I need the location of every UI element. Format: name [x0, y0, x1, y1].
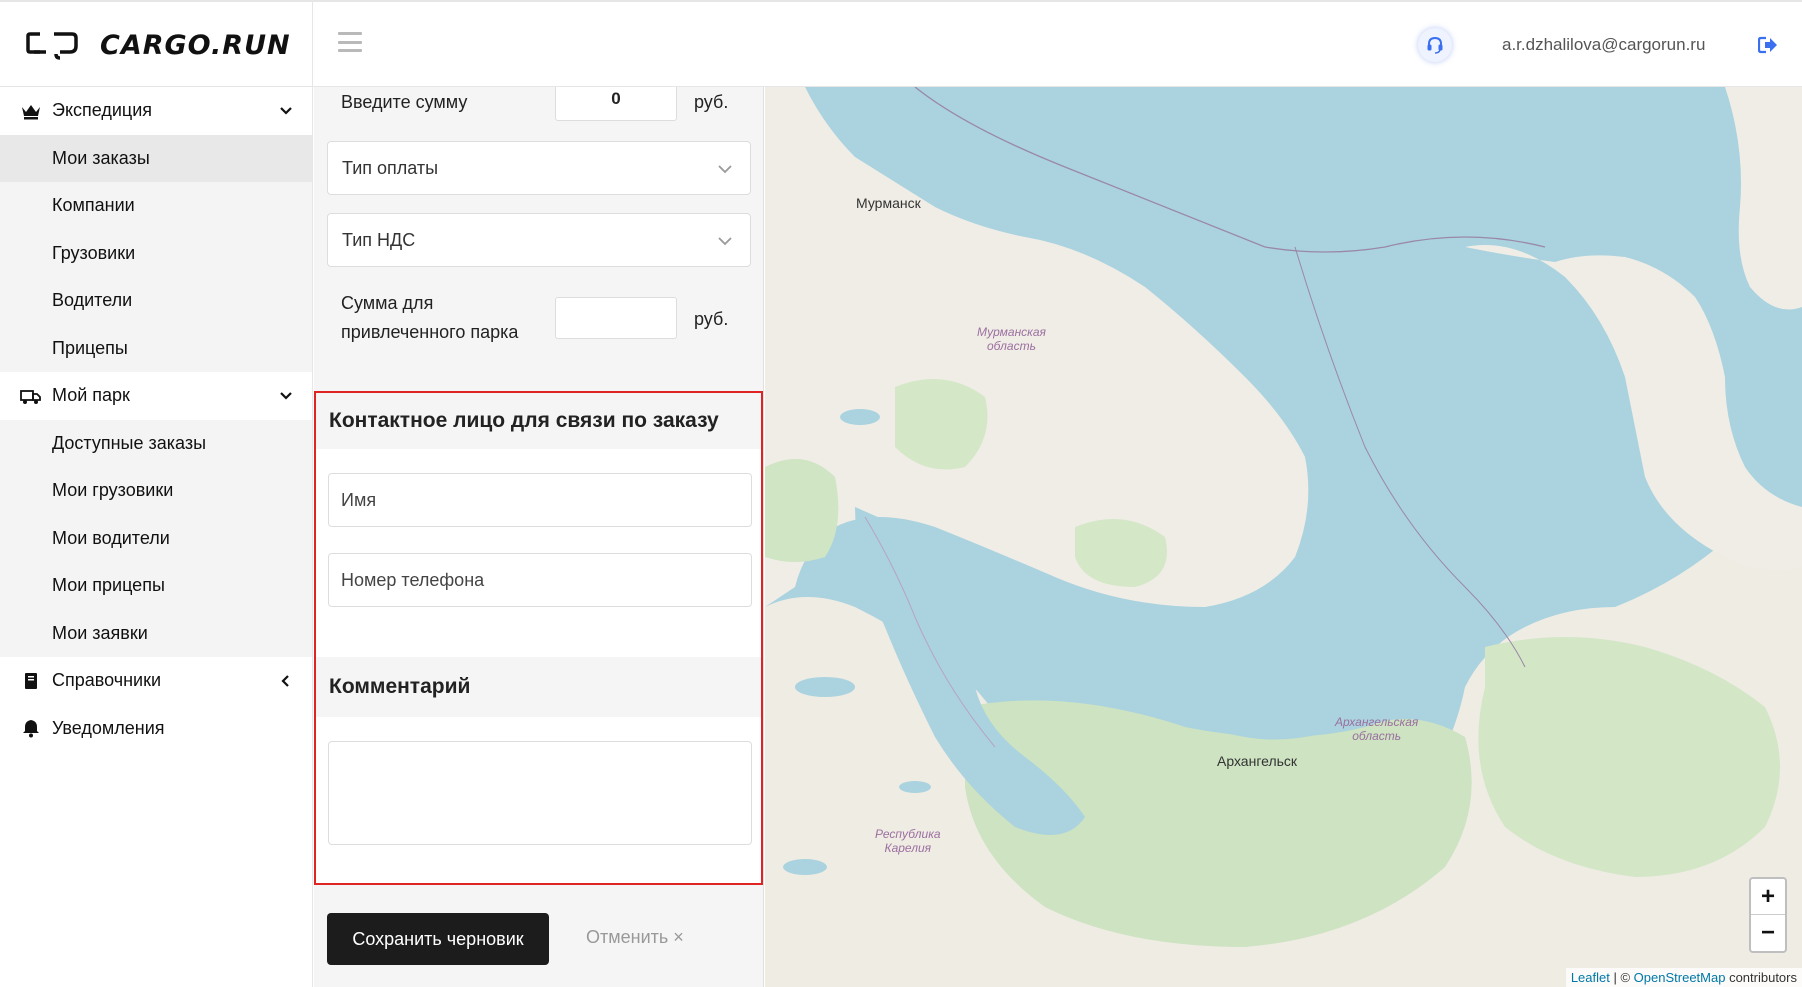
top-header: CARGO.RUN a.r.dzhalilova@cargorun.ru — [0, 0, 1802, 88]
bell-icon — [23, 720, 39, 738]
comment-section-title: Комментарий — [316, 657, 761, 717]
headset-icon[interactable] — [1418, 28, 1452, 62]
sidebar: Экспедиция Мои заказы Компании Грузовики… — [0, 87, 313, 987]
sidebar-submenu-expedition: Мои заказы Компании Грузовики Водители П… — [0, 134, 312, 373]
payment-type-placeholder: Тип оплаты — [342, 157, 439, 178]
vat-type-select[interactable]: Тип НДС — [327, 213, 751, 267]
region-label-arkhangelsk: Архангельская область — [1335, 715, 1419, 743]
contact-name-input[interactable]: Имя — [328, 473, 752, 527]
vat-type-placeholder: Тип НДС — [342, 229, 416, 250]
truck-icon — [20, 389, 41, 404]
logo-mark-icon — [26, 32, 78, 60]
fleet-sum-input[interactable] — [555, 297, 677, 339]
name-placeholder: Имя — [341, 489, 377, 510]
sidebar-item-my-trucks[interactable]: Мои грузовики — [0, 467, 312, 515]
city-label-arkhangelsk: Архангельск — [1217, 753, 1298, 769]
save-draft-button[interactable]: Сохранить черновик — [327, 913, 549, 965]
sidebar-group-my-fleet[interactable]: Мой парк — [0, 372, 312, 420]
fleet-sum-label-line2: привлеченного парка — [341, 322, 519, 342]
contact-section-title: Контактное лицо для связи по заказу — [316, 393, 761, 449]
sidebar-group-references[interactable]: Справочники — [0, 657, 312, 705]
map-attribution: Leaflet | © OpenStreetMap contributors — [1565, 968, 1802, 987]
cancel-button[interactable]: Отменить × — [586, 927, 684, 948]
attribution-separator: | © — [1609, 970, 1634, 985]
region-label-murmansk: Мурманская область — [977, 325, 1046, 353]
sidebar-item-my-trailers[interactable]: Мои прицепы — [0, 562, 312, 610]
sidebar-item-trailers[interactable]: Прицепы — [0, 325, 312, 373]
city-label-murmansk: Мурманск — [856, 195, 921, 211]
sum-input[interactable]: 0 — [555, 87, 677, 121]
leaflet-link[interactable]: Leaflet — [1571, 970, 1610, 985]
sidebar-item-available-orders[interactable]: Доступные заказы — [0, 420, 312, 468]
chevron-down-icon — [280, 106, 292, 115]
zoom-out-button[interactable]: − — [1751, 915, 1785, 951]
zoom-in-button[interactable]: + — [1751, 879, 1785, 915]
region-label-karelia: Республика Карелия — [875, 827, 941, 855]
chevron-down-icon — [280, 391, 292, 400]
chevron-left-icon — [281, 674, 289, 687]
sidebar-item-trucks[interactable]: Грузовики — [0, 230, 312, 278]
contact-phone-input[interactable]: Номер телефона — [328, 553, 752, 607]
sidebar-group-label: Мой парк — [52, 385, 130, 406]
zoom-control: + − — [1749, 877, 1787, 953]
chevron-down-icon — [718, 237, 732, 246]
sidebar-group-label: Справочники — [52, 670, 162, 691]
order-form: Введите сумму 0 руб. Тип оплаты Тип НДС … — [314, 87, 764, 987]
sidebar-group-notifications[interactable]: Уведомления — [0, 705, 312, 753]
sidebar-item-drivers[interactable]: Водители — [0, 277, 312, 325]
logo[interactable]: CARGO.RUN — [0, 2, 313, 88]
headset-glyph-icon — [1427, 36, 1443, 54]
sidebar-group-label: Экспедиция — [52, 100, 153, 121]
map[interactable]: Мурманск Архангельск Мурманская область А… — [765, 87, 1802, 987]
fleet-sum-currency: руб. — [694, 309, 729, 329]
menu-icon[interactable] — [338, 32, 362, 52]
logout-icon[interactable] — [1758, 36, 1778, 54]
user-email[interactable]: a.r.dzhalilova@cargorun.ru — [1502, 35, 1705, 55]
attribution-suffix: contributors — [1725, 970, 1797, 985]
sidebar-item-my-drivers[interactable]: Мои водители — [0, 515, 312, 563]
sidebar-submenu-my-fleet: Доступные заказы Мои грузовики Мои водит… — [0, 419, 312, 658]
comment-textarea[interactable] — [328, 741, 752, 845]
payment-type-select[interactable]: Тип оплаты — [327, 141, 751, 195]
sidebar-item-my-orders[interactable]: Мои заказы — [0, 134, 312, 182]
sidebar-group-expedition[interactable]: Экспедиция — [0, 87, 312, 135]
sidebar-item-companies[interactable]: Компании — [0, 182, 312, 230]
crown-icon — [22, 104, 40, 120]
sum-currency: руб. — [694, 92, 729, 112]
sidebar-group-label: Уведомления — [52, 717, 165, 738]
osm-link[interactable]: OpenStreetMap — [1634, 970, 1726, 985]
phone-placeholder: Номер телефона — [341, 569, 485, 590]
chevron-down-icon — [718, 165, 732, 174]
fleet-sum-label-line1: Сумма для — [341, 293, 434, 313]
contact-comment-block: Контактное лицо для связи по заказу Имя … — [314, 391, 763, 885]
sum-label: Введите сумму — [341, 92, 468, 112]
sidebar-item-my-requests[interactable]: Мои заявки — [0, 610, 312, 658]
logo-text: CARGO.RUN — [100, 29, 291, 61]
book-icon — [25, 672, 37, 689]
